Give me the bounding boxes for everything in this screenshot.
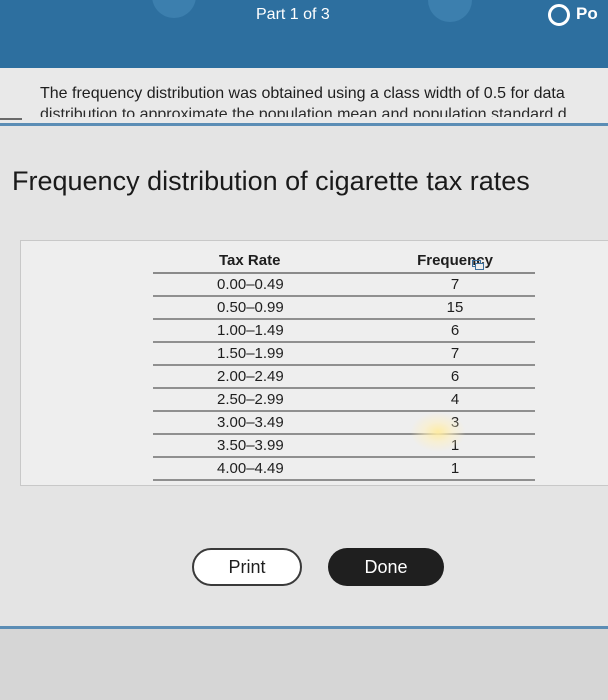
print-button[interactable]: Print bbox=[192, 548, 302, 586]
frequency-cell: 4 bbox=[375, 388, 535, 412]
previous-part-button[interactable] bbox=[152, 0, 196, 18]
bottom-area bbox=[0, 629, 608, 700]
tax-rate-cell: 1.50–1.99 bbox=[153, 342, 375, 366]
table-row: 1.00–1.49 6 bbox=[153, 319, 535, 343]
tax-rate-cell: 4.00–4.49 bbox=[153, 457, 375, 481]
frequency-cell: 6 bbox=[375, 365, 535, 389]
table-row: 4.00–4.49 1 bbox=[153, 457, 535, 481]
points-circle-icon bbox=[548, 4, 570, 26]
table-row: 3.50–3.99 1 bbox=[153, 434, 535, 458]
points-label: Po bbox=[576, 4, 598, 23]
done-button[interactable]: Done bbox=[328, 548, 444, 586]
table-row: 0.00–0.49 7 bbox=[153, 273, 535, 297]
copy-icon[interactable] bbox=[472, 260, 484, 270]
frequency-cell: 6 bbox=[375, 319, 535, 343]
top-header-bar: Part 1 of 3 Po bbox=[0, 0, 608, 68]
tax-rate-cell: 2.50–2.99 bbox=[153, 388, 375, 412]
tax-rate-cell: 1.00–1.49 bbox=[153, 319, 375, 343]
next-part-button[interactable] bbox=[428, 0, 472, 22]
frequency-cell: 7 bbox=[375, 342, 535, 366]
frequency-table: Tax Rate Frequency 0.00–0.49 7 0.50–0.99 15… bbox=[153, 249, 535, 481]
page: Part 1 of 3 Po The frequency distributio… bbox=[0, 0, 608, 700]
table-row: 3.00–3.49 3 bbox=[153, 411, 535, 435]
question-line-1: The frequency distribution was obtained … bbox=[40, 85, 565, 102]
table-row: 2.50–2.99 4 bbox=[153, 388, 535, 412]
frequency-cell: 7 bbox=[375, 273, 535, 297]
table-row: 2.00–2.49 6 bbox=[153, 365, 535, 389]
frequency-dialog: Frequency distribution of cigarette tax … bbox=[0, 126, 608, 626]
tax-rate-cell: 3.50–3.99 bbox=[153, 434, 375, 458]
question-line-2: distribution to approximate the populati… bbox=[40, 106, 567, 117]
dialog-title: Frequency distribution of cigarette tax … bbox=[12, 166, 530, 196]
question-text: The frequency distribution was obtained … bbox=[0, 68, 608, 123]
table-panel: Tax Rate Frequency 0.00–0.49 7 0.50–0.99 15… bbox=[20, 240, 608, 486]
tax-rate-cell: 2.00–2.49 bbox=[153, 365, 375, 389]
tax-rate-cell: 3.00–3.49 bbox=[153, 411, 375, 435]
tax-rate-cell: 0.50–0.99 bbox=[153, 296, 375, 320]
frequency-cell: 1 bbox=[375, 457, 535, 481]
frequency-cell: 15 bbox=[375, 296, 535, 320]
table-row: 1.50–1.99 7 bbox=[153, 342, 535, 366]
frequency-cell: 1 bbox=[375, 434, 535, 458]
table-row: 0.50–0.99 15 bbox=[153, 296, 535, 320]
column-header-frequency: Frequency bbox=[375, 249, 535, 274]
column-header-tax-rate: Tax Rate bbox=[153, 249, 375, 274]
frequency-cell: 3 bbox=[375, 411, 535, 435]
part-indicator: Part 1 of 3 bbox=[256, 6, 330, 23]
tax-rate-cell: 0.00–0.49 bbox=[153, 273, 375, 297]
question-marker bbox=[0, 118, 22, 120]
